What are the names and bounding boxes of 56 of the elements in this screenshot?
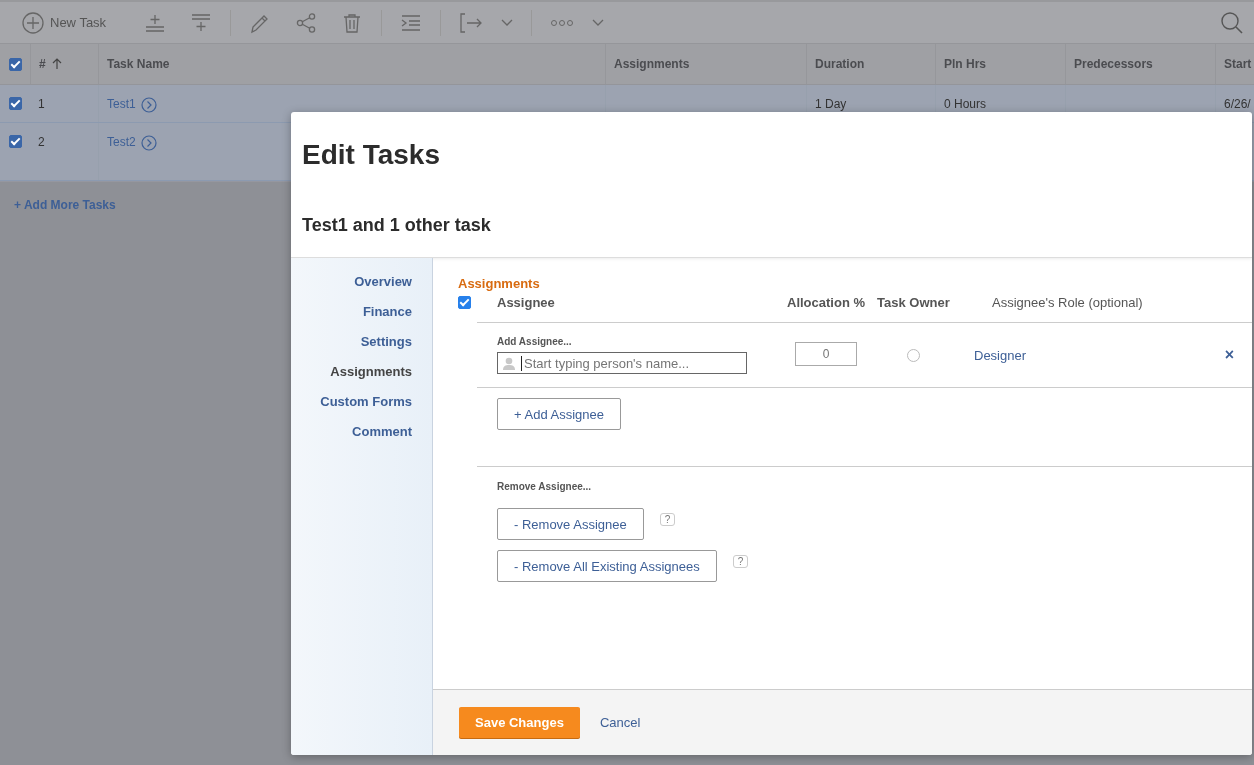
row-checkbox[interactable]: [8, 135, 22, 148]
field-label: Remove Assignee...: [497, 481, 592, 492]
insert-row-below-icon[interactable]: [190, 11, 213, 34]
sidebar-tab[interactable]: Overview: [354, 272, 412, 290]
dialog-subtitle: Test1 and 1 other task: [302, 215, 491, 236]
search-icon[interactable]: [1220, 10, 1244, 35]
plus-circle-icon: [22, 11, 44, 34]
column-header[interactable]: Pln Hrs: [944, 57, 986, 71]
header-checkbox[interactable]: [458, 295, 471, 309]
save-changes-button[interactable]: Save Changes: [459, 707, 580, 738]
caret-icon[interactable]: [501, 18, 514, 27]
sidebar-tab[interactable]: Assignments: [330, 362, 412, 380]
dialog-title: Edit Tasks: [302, 139, 440, 171]
table-cell: 1 Day: [815, 97, 847, 111]
column-header: Task Owner: [877, 294, 951, 310]
table-cell: 0 Hours: [944, 97, 987, 111]
chevron-circle-icon[interactable]: [140, 135, 157, 151]
row-number: 2: [38, 135, 45, 149]
row-checkbox[interactable]: [8, 97, 22, 110]
move-arrow-icon[interactable]: [459, 11, 484, 34]
sidebar-tab[interactable]: Finance: [362, 302, 412, 320]
help-icon[interactable]: ?: [732, 555, 749, 568]
column-header[interactable]: #: [39, 57, 46, 71]
column-header[interactable]: Assignments: [614, 57, 690, 71]
column-header: Allocation %: [787, 294, 866, 310]
column-header: Assignee's Role (optional): [992, 294, 1143, 310]
row-number: 1: [38, 97, 45, 111]
sidebar-tab[interactable]: Settings: [360, 332, 412, 350]
person-icon: [503, 356, 515, 370]
new-task-button[interactable]: New Task: [22, 11, 107, 34]
section-title: Assignments: [458, 276, 540, 291]
field-label: Add Assignee...: [497, 336, 572, 347]
column-header[interactable]: Start: [1224, 57, 1252, 71]
task-link[interactable]: Test2: [107, 135, 136, 149]
role-link[interactable]: Designer: [974, 347, 1027, 363]
sidebar-tab[interactable]: Custom Forms: [320, 392, 412, 410]
share-icon[interactable]: [295, 11, 318, 34]
remove-assignee-button[interactable]: - Remove Assignee: [497, 508, 644, 540]
remove-assignee-button[interactable]: - Remove All Existing Assignees: [497, 550, 717, 582]
help-icon[interactable]: ?: [659, 513, 676, 526]
caret-icon[interactable]: [592, 18, 605, 27]
column-header[interactable]: Predecessors: [1074, 57, 1153, 71]
column-header[interactable]: Duration: [815, 57, 865, 71]
select-all-checkbox[interactable]: [8, 57, 22, 71]
task-link[interactable]: Test1: [107, 97, 136, 111]
table-cell: 6/26/: [1224, 97, 1251, 111]
column-header: Assignee: [497, 294, 556, 310]
allocation-field[interactable]: 0: [795, 342, 857, 366]
cancel-link[interactable]: Cancel: [599, 715, 641, 730]
sidebar-tab[interactable]: Comment: [352, 422, 412, 440]
add-assignee-button[interactable]: + Add Assignee: [497, 398, 621, 430]
chevron-circle-icon[interactable]: [140, 97, 157, 113]
sort-arrow-icon[interactable]: [51, 58, 62, 70]
assignee-search-field[interactable]: Start typing person's name...: [497, 352, 747, 374]
column-header[interactable]: Task Name: [107, 57, 170, 71]
more-icon[interactable]: [550, 18, 575, 27]
